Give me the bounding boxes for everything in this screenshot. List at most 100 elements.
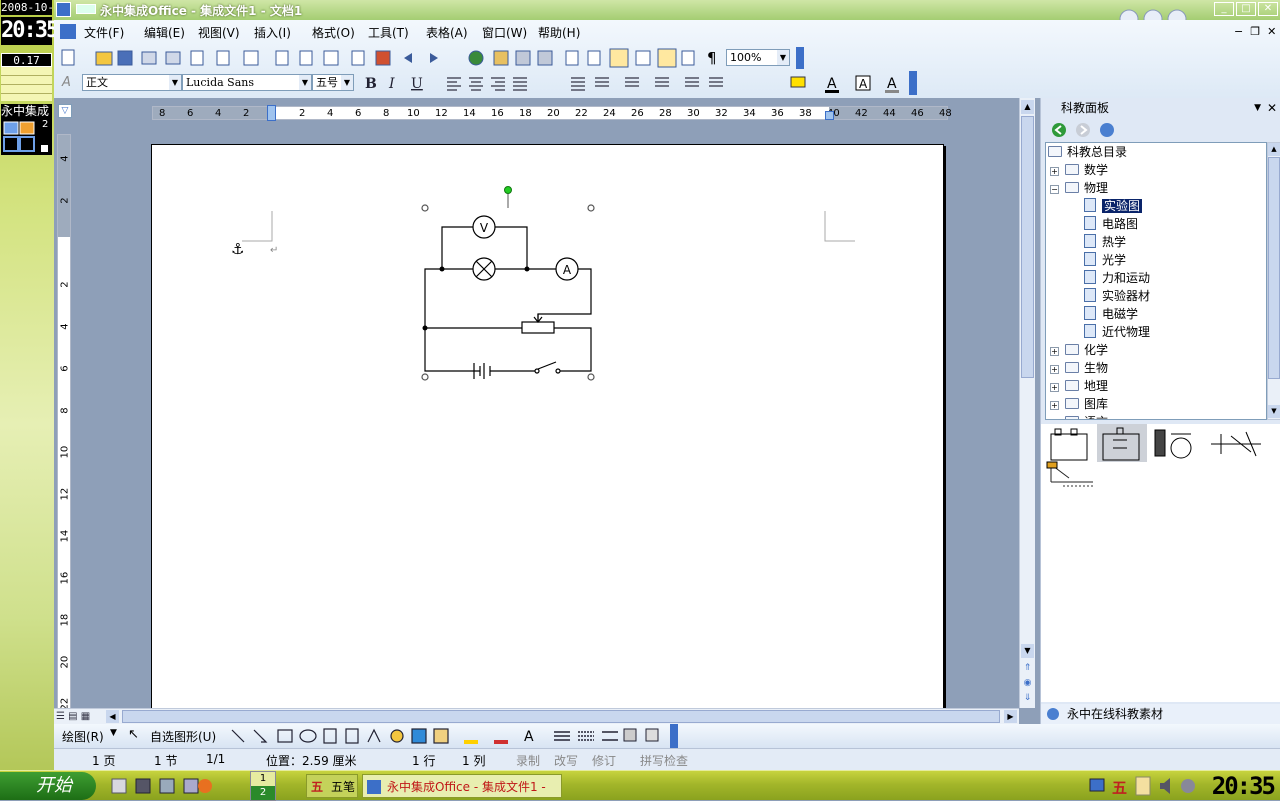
page-nav-icons[interactable]: ⇑ ◉ ⇓: [1021, 661, 1034, 706]
paragraph-mark: ↵: [270, 245, 278, 256]
circuit-diagram[interactable]: V A: [420, 183, 600, 383]
close-icon[interactable]: ✕: [1258, 2, 1278, 16]
menu-item[interactable]: 插入(I): [254, 24, 291, 41]
expander-icon[interactable]: +: [1050, 401, 1059, 410]
status-col: 1 列: [462, 754, 486, 768]
status-rec[interactable]: 录制: [516, 752, 540, 769]
horizontal-ruler[interactable]: 8642246810121416182022242628303234363840…: [152, 105, 952, 121]
document-page[interactable]: ⚓ ↵ V A: [151, 144, 944, 708]
tree-item-label: 化学: [1084, 343, 1109, 357]
tree-item[interactable]: 光学: [1084, 251, 1126, 269]
tree-item[interactable]: + 图库: [1050, 395, 1108, 413]
status-trk[interactable]: 修订: [592, 752, 616, 769]
tree-item-label: 实验图: [1102, 199, 1143, 213]
tree-item[interactable]: 实验器材: [1084, 287, 1150, 305]
office-task[interactable]: 永中集成Office - 集成文件1 -: [362, 774, 562, 798]
drawing-toolbar: 绘图(R) ▼ ↖ 自选图形(U) A: [54, 724, 1280, 748]
app-icon[interactable]: [56, 2, 71, 17]
expander-icon[interactable]: +: [1050, 365, 1059, 374]
tree-item[interactable]: 实验图: [1084, 197, 1143, 215]
style-select[interactable]: 正文 ▼: [82, 74, 182, 91]
panel-close-icon[interactable]: ✕: [1267, 98, 1277, 118]
select-arrow-icon[interactable]: ↖: [128, 727, 139, 742]
scroll-left-icon[interactable]: ◀: [106, 710, 119, 723]
minimize-icon[interactable]: _: [1214, 2, 1234, 16]
menu-item[interactable]: 文件(F): [84, 24, 124, 41]
tree-item[interactable]: 近代物理: [1084, 323, 1150, 341]
left-indent-marker[interactable]: [267, 105, 276, 121]
view-mode-icons[interactable]: ☰ ▤ ▦: [56, 710, 104, 723]
tree-item[interactable]: + 数学: [1050, 161, 1108, 179]
system-tray[interactable]: 五: [1084, 775, 1204, 797]
ruler-tick: 6: [187, 108, 194, 119]
workspace-switcher[interactable]: 1 2: [250, 771, 276, 801]
autoshape-button[interactable]: 自选图形(U): [150, 728, 216, 745]
tree-item[interactable]: + 地理: [1050, 377, 1108, 395]
tree-scrollbar[interactable]: ▲ ▼: [1267, 142, 1280, 420]
zoom-select[interactable]: 100% ▼: [726, 49, 790, 66]
doc-menu-icon[interactable]: [60, 24, 76, 39]
ime-task[interactable]: 五 五笔: [306, 774, 358, 798]
menu-item[interactable]: 编辑(E): [144, 24, 185, 41]
draw-menu-button[interactable]: 绘图(R): [62, 728, 104, 745]
format-toolbar-icons[interactable]: B I U A A A: [359, 71, 919, 95]
menu-item[interactable]: 工具(T): [368, 24, 409, 41]
online-resources-link[interactable]: 永中在线科教素材: [1041, 704, 1280, 724]
tree-item[interactable]: 热学: [1084, 233, 1126, 251]
office-task-label: 永中集成Office - 集成文件1 -: [387, 780, 546, 794]
workspace-2[interactable]: 2: [251, 786, 275, 800]
vertical-scrollbar[interactable]: ▲ ▼ ⇑ ◉ ⇓: [1019, 98, 1035, 708]
expander-icon[interactable]: −: [1050, 185, 1059, 194]
panel-menu-icon[interactable]: ▼: [1254, 98, 1261, 118]
tab-stop-icon[interactable]: ▽: [58, 104, 72, 118]
ruler-tick: 4: [215, 108, 222, 119]
font-value: Lucida Sans: [186, 76, 254, 89]
tree-item[interactable]: + 生物: [1050, 359, 1108, 377]
status-spell[interactable]: 拼写检查: [640, 752, 688, 769]
document-icon: [1084, 252, 1096, 266]
tree-item[interactable]: + 化学: [1050, 341, 1108, 359]
expander-icon[interactable]: +: [1050, 167, 1059, 176]
quick-launch-icons[interactable]: [104, 777, 224, 795]
menu-item[interactable]: 视图(V): [198, 24, 240, 41]
scroll-right-icon[interactable]: ▶: [1004, 710, 1017, 723]
start-button[interactable]: 开始: [0, 772, 96, 800]
document-icon: [1084, 306, 1096, 320]
status-ovr[interactable]: 改写: [554, 752, 578, 769]
scroll-down-icon[interactable]: ▼: [1021, 644, 1034, 658]
scroll-thumb[interactable]: [1021, 116, 1034, 378]
right-indent-marker[interactable]: [825, 111, 834, 120]
tree-root[interactable]: 科教总目录: [1048, 143, 1127, 161]
maximize-icon[interactable]: □: [1236, 2, 1256, 16]
tree-item[interactable]: 电路图: [1084, 215, 1138, 233]
menu-item[interactable]: 帮助(H): [538, 24, 580, 41]
hscroll-thumb[interactable]: [122, 710, 1000, 723]
tree-item[interactable]: − 物理: [1050, 179, 1108, 197]
toolbar-grip[interactable]: [909, 71, 917, 95]
menu-item[interactable]: 格式(O): [312, 24, 355, 41]
tree-item[interactable]: 力和运动: [1084, 269, 1150, 287]
ruler-tick: 6: [355, 108, 362, 119]
tree-item[interactable]: 电磁学: [1084, 305, 1138, 323]
expander-icon[interactable]: +: [1050, 419, 1059, 420]
vertical-ruler[interactable]: 4 2 2 4 6 8 10 12 14 16 18 20 22: [57, 134, 71, 708]
expander-icon[interactable]: +: [1050, 347, 1059, 356]
standard-toolbar-icons[interactable]: ¶: [54, 46, 804, 70]
font-select[interactable]: Lucida Sans ▼: [182, 74, 312, 91]
horizontal-scrollbar[interactable]: ☰ ▤ ▦ ◀ ▶: [54, 708, 1019, 724]
yozo-widget-icon[interactable]: 2: [1, 119, 52, 155]
drawing-tool-icons[interactable]: A: [226, 724, 686, 748]
folder-icon: [1065, 398, 1079, 409]
menu-item[interactable]: 窗口(W): [482, 24, 527, 41]
size-select[interactable]: 五号 ▼: [312, 74, 354, 91]
tree-item-label: 电路图: [1102, 217, 1139, 231]
scroll-up-icon[interactable]: ▲: [1021, 100, 1034, 114]
menu-item[interactable]: 表格(A): [426, 24, 468, 41]
doc-window-controls[interactable]: − ❐ ✕: [1234, 25, 1276, 38]
command-area: 文件(F) 编辑(E) 视图(V) 插入(I) 格式(O) 工具(T) 表格(A) 窗口(W)…: [54, 20, 1280, 98]
expander-icon[interactable]: +: [1050, 383, 1059, 392]
workspace-1[interactable]: 1: [251, 772, 275, 786]
ime-label: 五笔: [331, 780, 356, 794]
tree-item[interactable]: + 语言: [1050, 413, 1108, 420]
window-controls: _ □ ✕: [1214, 0, 1280, 18]
